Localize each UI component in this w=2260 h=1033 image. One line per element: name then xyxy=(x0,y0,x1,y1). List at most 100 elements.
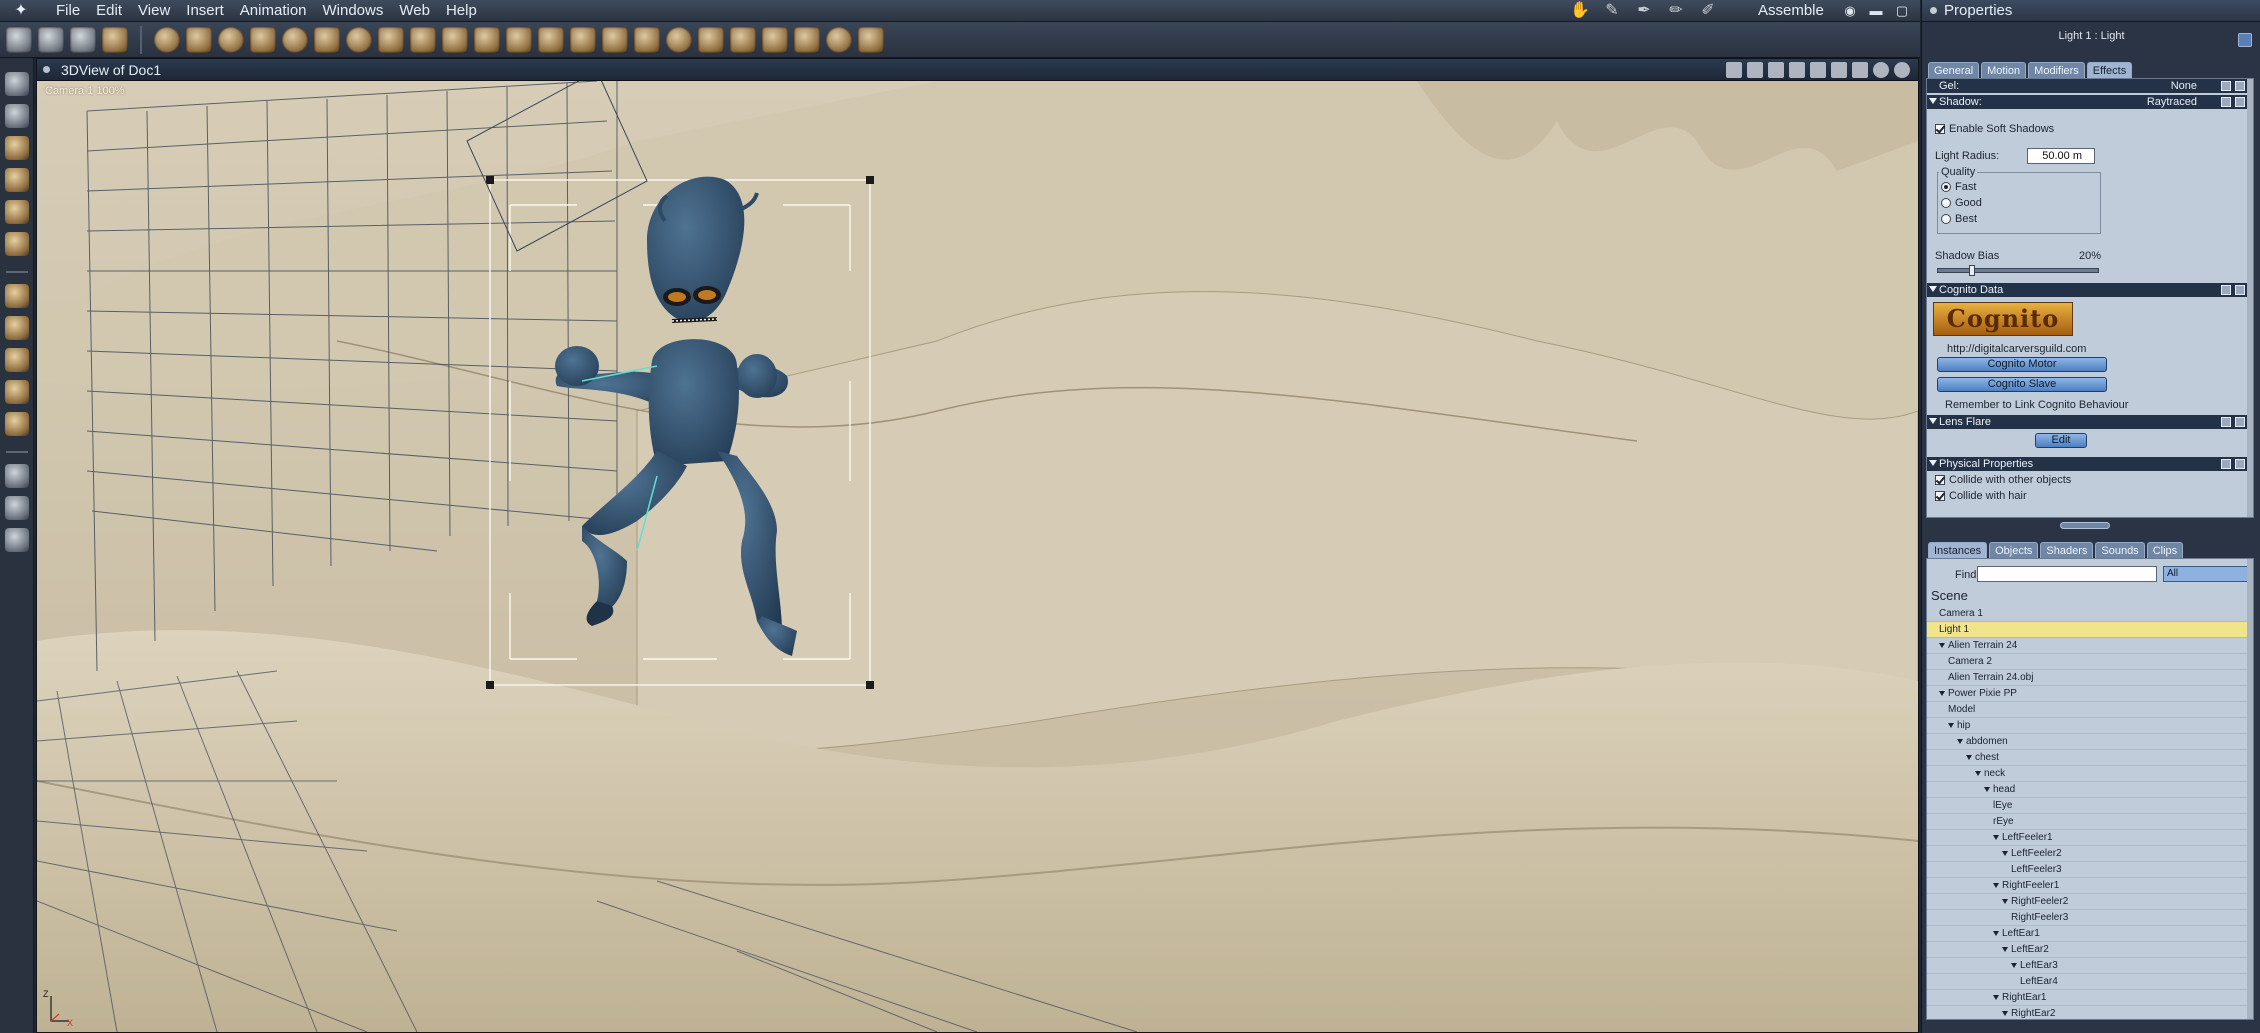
bowl-icon[interactable] xyxy=(666,26,692,53)
tree-scrollbar[interactable] xyxy=(2247,559,2253,1019)
tree-row[interactable]: chest xyxy=(1927,750,2253,766)
expand-icon[interactable] xyxy=(1975,770,1981,776)
edit-icon[interactable]: ✐ xyxy=(1696,0,1720,22)
brush-icon[interactable]: ✎ xyxy=(1600,0,1624,22)
target-icon[interactable] xyxy=(826,26,852,53)
tree-row[interactable]: lEye xyxy=(1927,798,2253,814)
tree-row[interactable]: hip xyxy=(1927,718,2253,734)
soft-shadows-checkbox[interactable] xyxy=(1935,124,1945,134)
collide-objects-checkbox[interactable] xyxy=(1935,475,1945,485)
menu-edit[interactable]: Edit xyxy=(88,0,130,22)
link-tool-icon[interactable] xyxy=(5,232,29,256)
shadow-bias-slider[interactable] xyxy=(1937,265,2099,276)
tab-general[interactable]: General xyxy=(1928,62,1980,79)
collapse-icon[interactable] xyxy=(1929,460,1937,466)
filter-select[interactable]: All xyxy=(2163,566,2249,582)
layout-icon[interactable] xyxy=(1726,62,1742,78)
collapse-icon[interactable] xyxy=(1929,286,1937,292)
pan-hand-icon[interactable] xyxy=(5,496,29,520)
tree-row[interactable]: Camera 2 xyxy=(1927,654,2253,670)
hand-tool-icon[interactable] xyxy=(38,26,64,53)
tree-row[interactable]: RightFeeler1 xyxy=(1927,878,2253,894)
tree-row[interactable]: LeftFeeler1 xyxy=(1927,830,2253,846)
bone-icon[interactable] xyxy=(186,26,212,53)
section-options-icon[interactable] xyxy=(2221,97,2231,107)
section-options-icon[interactable] xyxy=(2235,81,2245,91)
expand-icon[interactable] xyxy=(1966,754,1972,760)
expand-icon[interactable] xyxy=(2002,898,2008,904)
section-options-icon[interactable] xyxy=(2235,459,2245,469)
expand-icon[interactable] xyxy=(1957,738,1963,744)
tree-row[interactable]: abdomen xyxy=(1927,734,2253,750)
tab-modifiers[interactable]: Modifiers xyxy=(2028,62,2085,79)
tab-clips[interactable]: Clips xyxy=(2146,542,2184,559)
tree-row[interactable]: Alien Terrain 24.obj xyxy=(1927,670,2253,686)
expand-icon[interactable] xyxy=(1993,930,1999,936)
hand-model-icon[interactable] xyxy=(474,26,500,53)
bend-tool-icon[interactable] xyxy=(5,200,29,224)
rotate-tool-icon[interactable] xyxy=(5,136,29,160)
tree-row[interactable]: Light 1 xyxy=(1927,622,2253,638)
quality-good-radio[interactable] xyxy=(1941,198,1951,208)
pencil-icon[interactable]: ✏ xyxy=(1664,0,1688,22)
tree-row[interactable]: RightFeeler2 xyxy=(1927,894,2253,910)
expand-icon[interactable] xyxy=(2002,946,2008,952)
expand-icon[interactable] xyxy=(2011,962,2017,968)
select-tool-icon[interactable] xyxy=(6,26,32,53)
tree-row[interactable]: LeftEar1 xyxy=(1927,926,2253,942)
orbit-tool-icon[interactable] xyxy=(5,348,29,372)
panel-dot-icon[interactable] xyxy=(1930,7,1937,14)
twist-tool-icon[interactable] xyxy=(5,168,29,192)
bug-icon[interactable] xyxy=(762,26,788,53)
3d-viewport[interactable]: Camera 1 100% Z X xyxy=(37,81,1918,1032)
tree-row[interactable]: Power Pixie PP xyxy=(1927,686,2253,702)
expand-icon[interactable] xyxy=(2002,1010,2008,1016)
text-icon[interactable] xyxy=(314,26,340,53)
lens-flare-section[interactable]: Lens Flare xyxy=(1927,415,2253,429)
section-options-icon[interactable] xyxy=(2221,459,2231,469)
tree-row[interactable]: LeftFeeler3 xyxy=(1927,862,2253,878)
sphere-icon[interactable] xyxy=(154,26,180,53)
scale-tool-icon[interactable] xyxy=(5,380,29,404)
cognito-section[interactable]: Cognito Data xyxy=(1927,283,2253,297)
tree-row[interactable]: Alien Terrain 24 xyxy=(1927,638,2253,654)
globe-icon[interactable] xyxy=(218,26,244,53)
tree-row[interactable]: neck xyxy=(1927,766,2253,782)
particles-icon[interactable] xyxy=(538,26,564,53)
expand-icon[interactable] xyxy=(1939,690,1945,696)
menu-file[interactable]: File xyxy=(48,0,88,22)
gear-icon[interactable] xyxy=(346,26,372,53)
cognito-motor-button[interactable]: Cognito Motor xyxy=(1937,357,2107,372)
wand-icon[interactable] xyxy=(858,26,884,53)
hammer-icon[interactable] xyxy=(730,26,756,53)
tree-row[interactable]: head xyxy=(1927,782,2253,798)
tab-effects[interactable]: Effects xyxy=(2086,62,2133,79)
effects-scrollbar[interactable] xyxy=(2247,79,2253,517)
expand-icon[interactable] xyxy=(1993,834,1999,840)
move-arrow-tool-icon[interactable] xyxy=(5,104,29,128)
app-logo-icon[interactable]: ✦ xyxy=(8,2,34,20)
figure-icon[interactable] xyxy=(250,26,276,53)
scene-root[interactable]: Scene xyxy=(1931,588,1968,603)
maximize-icon[interactable]: ▢ xyxy=(1892,0,1912,22)
shadow-value[interactable]: Raytraced xyxy=(2147,95,2197,109)
shield-icon[interactable] xyxy=(1810,62,1826,78)
ring-icon[interactable] xyxy=(282,26,308,53)
lamp-icon[interactable] xyxy=(1831,62,1847,78)
tree-row[interactable]: Camera 1 xyxy=(1927,606,2253,622)
section-options-icon[interactable] xyxy=(2235,417,2245,427)
expand-icon[interactable] xyxy=(1939,642,1945,648)
zoom-icon[interactable] xyxy=(5,528,29,552)
wireframe-icon[interactable] xyxy=(1789,62,1805,78)
menu-animation[interactable]: Animation xyxy=(232,0,315,22)
tab-objects[interactable]: Objects xyxy=(1989,542,2039,559)
section-options-icon[interactable] xyxy=(2235,97,2245,107)
text-3d-icon[interactable] xyxy=(570,26,596,53)
tree-row[interactable]: RightEar2 xyxy=(1927,1006,2253,1019)
menu-view[interactable]: View xyxy=(130,0,178,22)
camera-tool-icon[interactable] xyxy=(5,464,29,488)
tree-row[interactable]: rEye xyxy=(1927,814,2253,830)
shadow-section[interactable]: Shadow: Raytraced xyxy=(1927,95,2253,109)
split-view-icon[interactable] xyxy=(1768,62,1784,78)
tree-icon[interactable] xyxy=(410,26,436,53)
